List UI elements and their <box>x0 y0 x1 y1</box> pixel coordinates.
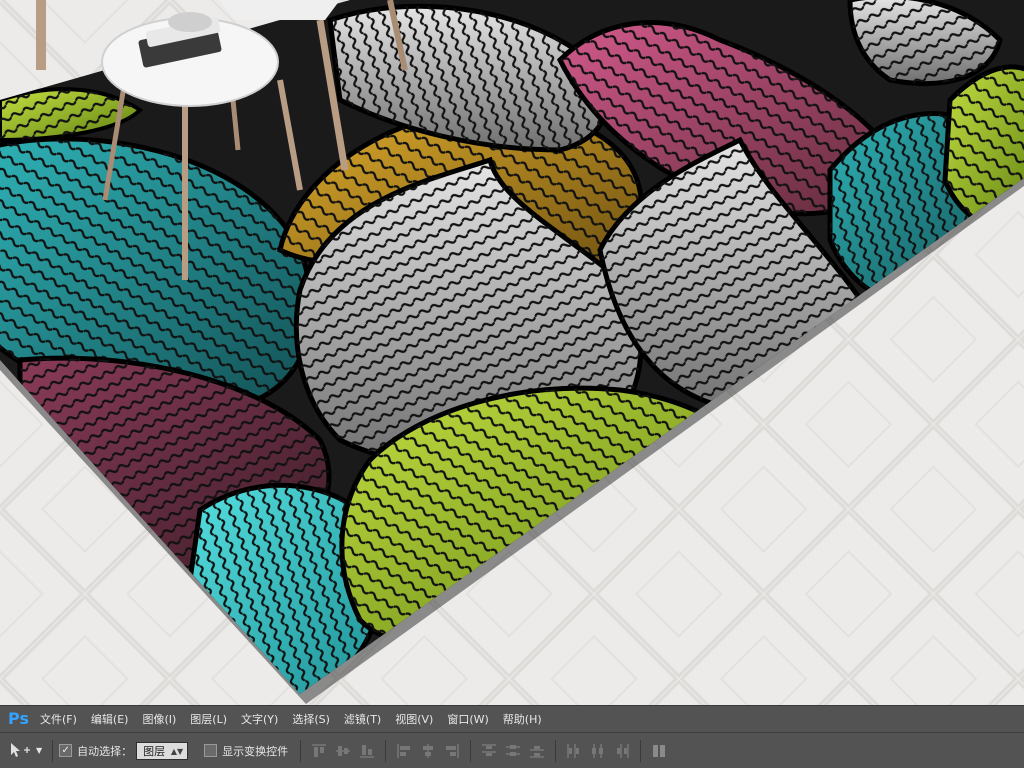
distribute-horizontal-centers-icon[interactable] <box>589 742 607 760</box>
menu-edit[interactable]: 编辑(E) <box>91 711 129 727</box>
menu-window[interactable]: 窗口(W) <box>447 711 488 727</box>
menu-image[interactable]: 图像(I) <box>142 711 176 727</box>
menubar: Ps 文件(F) 编辑(E) 图像(I) 图层(L) 文字(Y) 选择(S) 滤… <box>0 705 1024 732</box>
document-canvas[interactable] <box>0 0 1024 705</box>
auto-select-checkbox[interactable]: ✓ <box>59 744 73 757</box>
divider <box>385 739 387 762</box>
auto-select-target-value: 图层 <box>143 744 166 758</box>
divider <box>640 739 642 762</box>
menu-select[interactable]: 选择(S) <box>292 711 330 727</box>
rug-scene-image <box>0 0 1024 705</box>
show-transform-label: 显示变换控件 <box>222 744 289 758</box>
menu-help[interactable]: 帮助(H) <box>503 711 542 727</box>
distribute-top-edges-icon[interactable] <box>480 742 498 760</box>
distribute-right-edges-icon[interactable] <box>613 742 631 760</box>
menu-layer[interactable]: 图层(L) <box>190 711 227 727</box>
photoshop-logo[interactable]: Ps <box>8 710 30 728</box>
distribute-bottom-edges-icon[interactable] <box>528 742 546 760</box>
distribute-vertical-centers-icon[interactable] <box>504 742 522 760</box>
show-transform-checkbox[interactable] <box>204 744 218 757</box>
options-bar: ▼ ✓ 自动选择： 图层 ▲▼ 显示变换控件 <box>0 732 1024 768</box>
align-right-edges-icon[interactable] <box>443 742 461 760</box>
menu-type[interactable]: 文字(Y) <box>241 711 278 727</box>
chevron-updown-icon: ▲▼ <box>170 746 184 756</box>
divider <box>300 739 302 762</box>
move-tool-icon[interactable] <box>8 741 32 761</box>
divider <box>52 739 54 762</box>
tool-preset-chevron-icon[interactable]: ▼ <box>36 746 42 755</box>
auto-select-target-dropdown[interactable]: 图层 ▲▼ <box>136 741 189 760</box>
menu-file[interactable]: 文件(F) <box>40 711 77 727</box>
auto-select-label: 自动选择： <box>77 744 133 758</box>
auto-align-layers-icon[interactable] <box>650 742 668 760</box>
align-left-edges-icon[interactable] <box>395 742 413 760</box>
distribute-left-edges-icon[interactable] <box>565 742 583 760</box>
align-horizontal-centers-icon[interactable] <box>419 742 437 760</box>
align-top-edges-icon[interactable] <box>310 742 328 760</box>
divider <box>470 739 472 762</box>
menu-view[interactable]: 视图(V) <box>395 711 433 727</box>
align-vertical-centers-icon[interactable] <box>334 742 352 760</box>
align-bottom-edges-icon[interactable] <box>358 742 376 760</box>
divider <box>555 739 557 762</box>
menu-filter[interactable]: 滤镜(T) <box>344 711 381 727</box>
